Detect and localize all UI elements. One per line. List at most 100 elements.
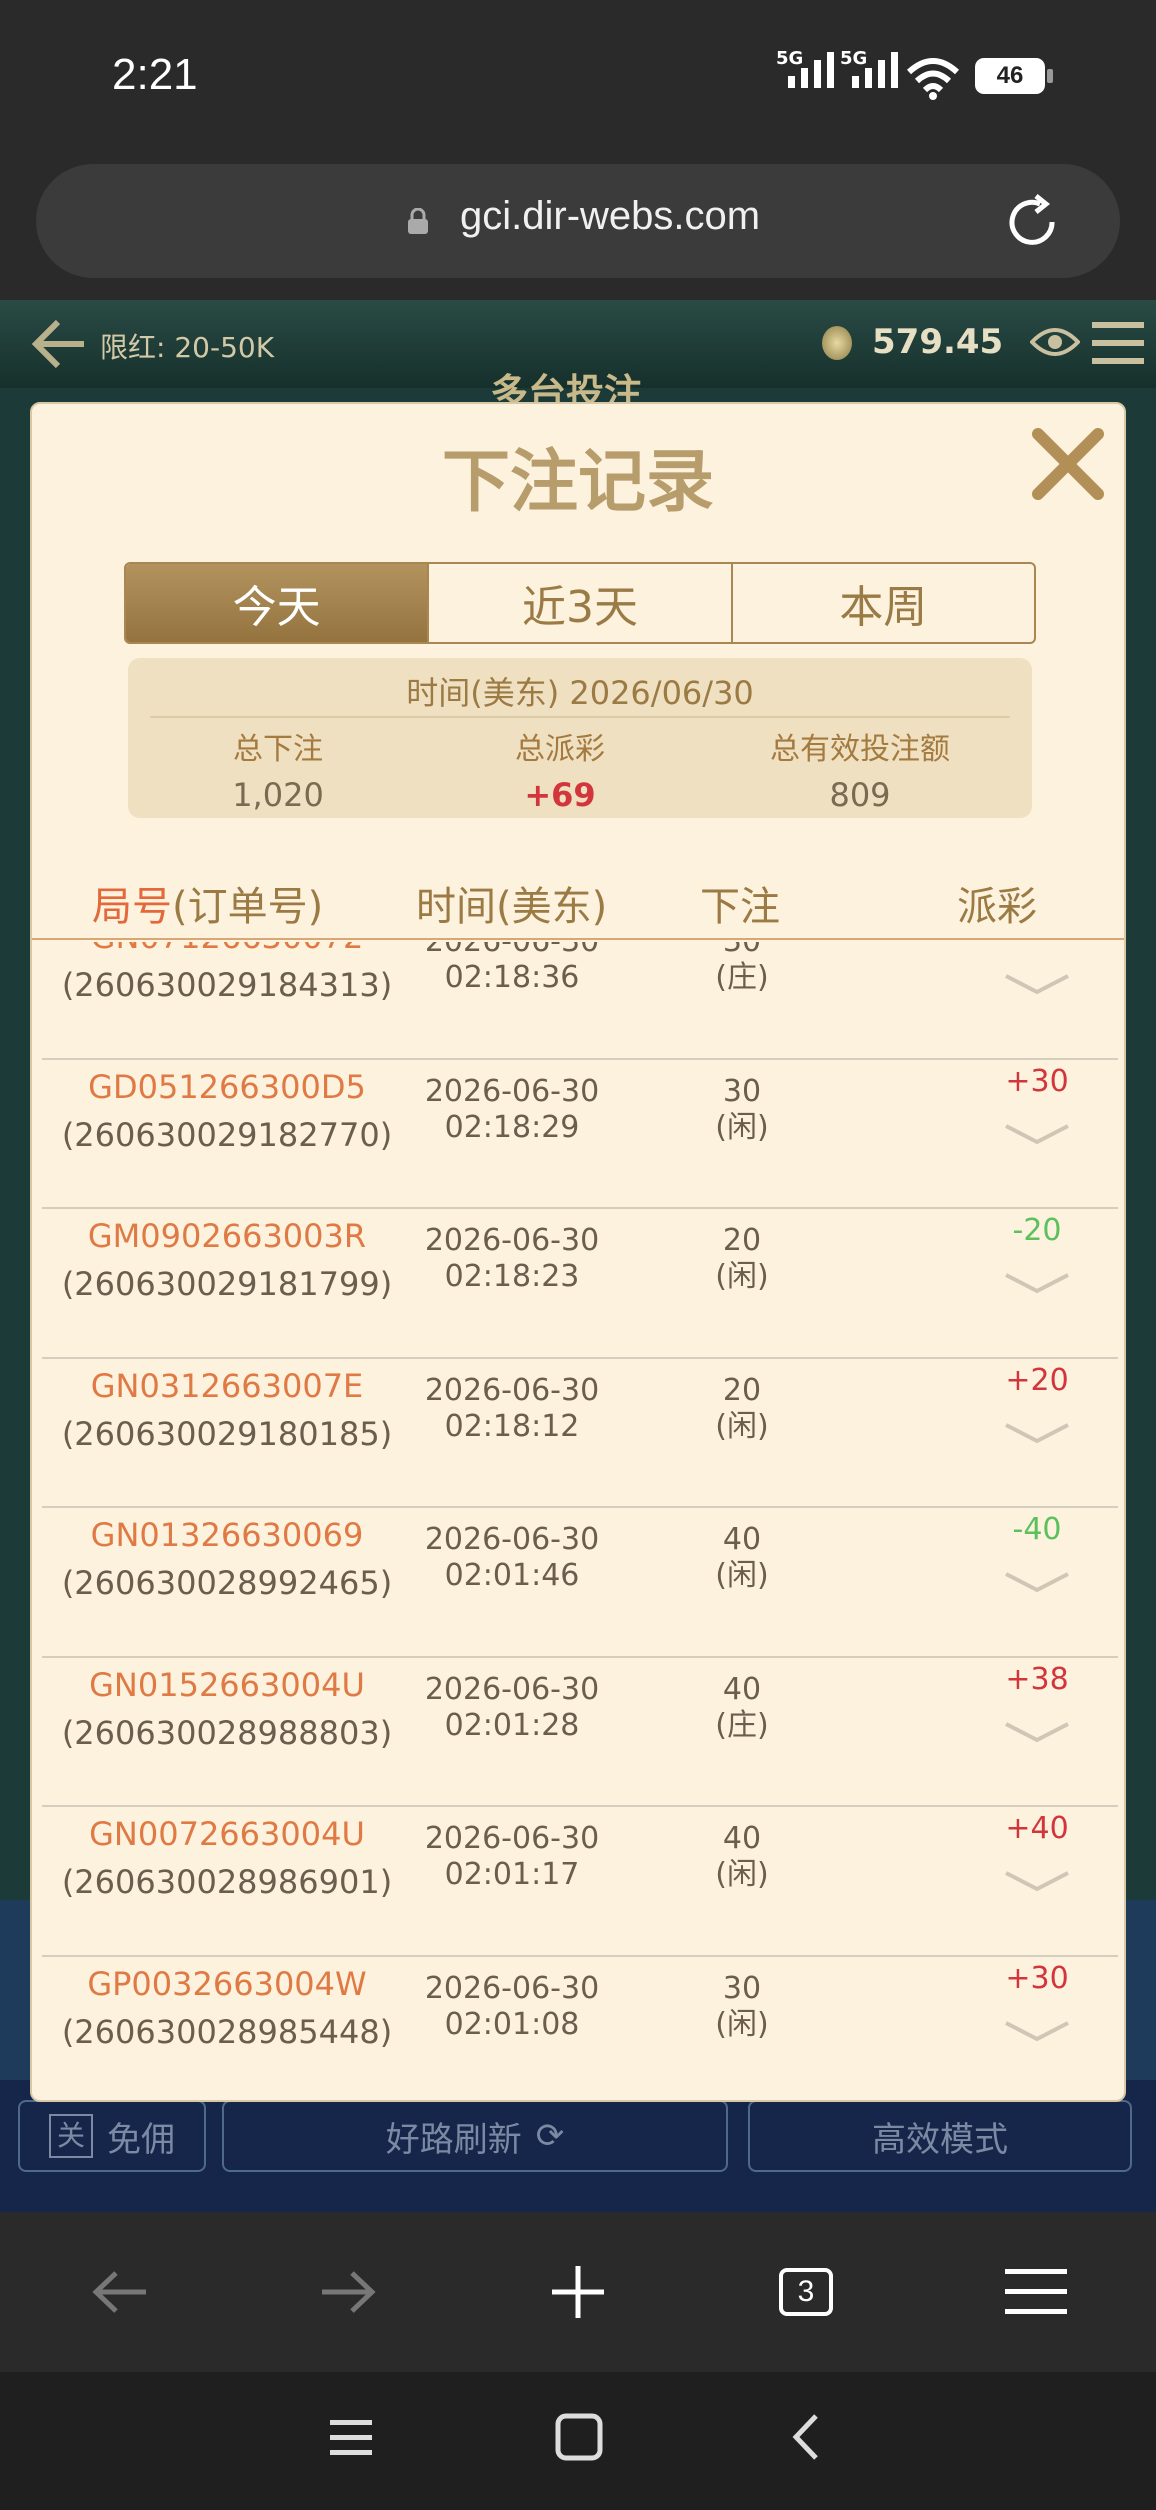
- system-back-icon[interactable]: [772, 2402, 842, 2472]
- recents-icon[interactable]: [316, 2402, 386, 2472]
- browser-menu-button[interactable]: [996, 2252, 1076, 2332]
- order-number: (260630029182770): [61, 1115, 393, 1154]
- total-valid-bet: 总有效投注额 809: [710, 724, 1010, 814]
- toggle-box: 关: [49, 2114, 93, 2158]
- table-row[interactable]: GN0312663007E (260630029180185) 2026-06-30…: [42, 1359, 1118, 1508]
- home-icon[interactable]: [544, 2402, 614, 2472]
- bet-time: 02:18:36: [444, 960, 580, 995]
- header-game-id: 局号(订单号): [92, 874, 323, 932]
- bet-date: 2026-06-30: [424, 1073, 600, 1109]
- payout-value: +38: [1005, 1661, 1069, 1697]
- tab-today[interactable]: 今天: [126, 564, 430, 642]
- bet-amount: 30: [702, 942, 782, 960]
- bet-record-list[interactable]: GN07126630072 (260630029184313) 2026-06-30…: [42, 942, 1118, 2101]
- table-header: 局号(订单号) 时间(美东) 下注 派彩: [32, 868, 1124, 940]
- game-number: GN01326630069: [90, 1516, 364, 1554]
- chevron-down-icon[interactable]: [1002, 2019, 1072, 2045]
- order-number: (260630029180185): [61, 1414, 393, 1453]
- browser-back-button[interactable]: [80, 2252, 160, 2332]
- bet-time: 02:01:46: [444, 1558, 580, 1593]
- bet-side: (闲): [715, 1558, 769, 1593]
- payout-value: +30: [1005, 1063, 1069, 1099]
- bet-cell: 30(庄): [702, 942, 782, 996]
- chevron-down-icon[interactable]: [1002, 1570, 1072, 1596]
- address-bar[interactable]: gci.dir-webs.com: [36, 164, 1120, 278]
- header-bet: 下注: [700, 884, 780, 930]
- table-row[interactable]: GN01326630069 (260630028992465) 2026-06-30…: [42, 1508, 1118, 1658]
- dialog-title: 下注记录: [441, 443, 714, 522]
- tab-this-week[interactable]: 本周: [733, 564, 1034, 642]
- table-row[interactable]: GM0902663003R (260630029181799) 2026-06-30…: [42, 1209, 1118, 1359]
- plus-icon: [552, 2266, 604, 2318]
- bet-side: (庄): [715, 1707, 769, 1743]
- close-icon[interactable]: [1028, 424, 1108, 504]
- tabs-button[interactable]: 3: [766, 2252, 846, 2332]
- chevron-down-icon[interactable]: [1002, 1720, 1072, 1746]
- game-id-cell: GN01326630069 (260630028992465): [42, 1516, 412, 1602]
- bet-amount: 40: [722, 1671, 762, 1707]
- game-number: GD051266300D5: [88, 1067, 366, 1106]
- date-range-tabs: 今天 近3天 本周: [124, 562, 1036, 644]
- header-time: 时间(美东): [416, 884, 608, 930]
- bet-date: 2026-06-30: [424, 1970, 600, 2006]
- payout-value: +30: [1005, 1960, 1069, 1996]
- bet-amount: 30: [722, 1073, 762, 1109]
- bet-cell: 20 (闲): [702, 1373, 782, 1445]
- order-number: (260630029181799): [61, 1265, 393, 1303]
- total-valid-label: 总有效投注额: [770, 732, 950, 767]
- bet-amount: 40: [722, 1522, 762, 1557]
- game-number: GN0312663007E: [90, 1366, 364, 1405]
- bet-time: 02:01:17: [444, 1857, 580, 1892]
- bet-side: (闲): [715, 1259, 769, 1294]
- back-arrow-icon[interactable]: [28, 316, 88, 372]
- signal-icon: 5G: [776, 48, 834, 88]
- bet-date: 2026-06-30: [424, 1821, 600, 1856]
- bet-side: (庄): [715, 960, 769, 995]
- chevron-down-icon[interactable]: [1002, 1271, 1072, 1297]
- game-id-cell: GP0032663004W (260630028985448): [42, 1965, 412, 2051]
- chevron-down-icon[interactable]: [1002, 1421, 1072, 1447]
- game-id-cell: GM0902663003R (260630029181799): [42, 1217, 412, 1303]
- bet-cell: 40 (闲): [702, 1522, 782, 1594]
- battery-level: 46: [996, 62, 1024, 89]
- menu-icon[interactable]: [1092, 320, 1144, 366]
- table-row[interactable]: GN07126630072 (260630029184313) 2026-06-30…: [42, 942, 1118, 1060]
- lock-icon: [408, 208, 428, 234]
- total-bet-value: 1,020: [232, 776, 324, 814]
- bet-limit: 限红: 20-50K: [100, 331, 275, 364]
- bet-date: 2026-06-30: [424, 1372, 600, 1408]
- browser-forward-button[interactable]: [308, 2252, 388, 2332]
- order-number: (260630028985448): [61, 2012, 393, 2051]
- bet-cell: 40 (庄): [702, 1672, 782, 1744]
- bet-cell: 30 (闲): [702, 1971, 782, 2043]
- time-cell: 2026-06-30 02:01:08: [412, 1971, 612, 2043]
- bet-record-dialog: 下注记录 今天 近3天 本周 时间(美东) 2026/06/30 总下注 1,0…: [30, 402, 1126, 2102]
- total-payout: 总派彩 +69: [410, 724, 710, 814]
- efficient-mode-button[interactable]: 高效模式: [748, 2100, 1132, 2172]
- chevron-down-icon[interactable]: [1002, 1122, 1072, 1148]
- game-id-cell: GN07126630072 (260630029184313): [42, 942, 412, 1004]
- game-number: GN0072663004U: [89, 1815, 365, 1853]
- game-number: GP0032663004W: [87, 1964, 367, 2003]
- time-cell: 2026-06-30 02:18:12: [412, 1373, 612, 1445]
- commission-toggle[interactable]: 关 免佣: [18, 2100, 206, 2172]
- new-tab-button[interactable]: [538, 2252, 618, 2332]
- time-cell: 2026-06-30 02:18:23: [412, 1223, 612, 1295]
- table-row[interactable]: GN0152663004U (260630028988803) 2026-06-30…: [42, 1658, 1118, 1807]
- wifi-icon: [906, 58, 960, 100]
- game-number: GN07126630072: [42, 942, 412, 956]
- chevron-down-icon[interactable]: [1002, 1869, 1072, 1895]
- game-id-cell: GN0152663004U (260630028988803): [42, 1666, 412, 1752]
- total-bet: 总下注 1,020: [128, 724, 428, 814]
- table-row[interactable]: GP0032663004W (260630028985448) 2026-06-30…: [42, 1957, 1118, 2101]
- eye-icon[interactable]: [1030, 324, 1080, 360]
- reload-icon[interactable]: [1002, 192, 1062, 252]
- payout-value: +40: [1005, 1811, 1069, 1846]
- table-row[interactable]: GN0072663004U (260630028986901) 2026-06-30…: [42, 1807, 1118, 1957]
- chevron-down-icon[interactable]: [1002, 972, 1072, 998]
- tab-last-3-days[interactable]: 近3天: [429, 564, 733, 642]
- good-road-refresh-button[interactable]: 好路刷新 ⟳: [222, 2100, 728, 2172]
- table-row[interactable]: GD051266300D5 (260630029182770) 2026-06-30…: [42, 1060, 1118, 1209]
- url-text: gci.dir-webs.com: [460, 194, 761, 238]
- time-cell: 2026-06-30 02:01:46: [412, 1522, 612, 1594]
